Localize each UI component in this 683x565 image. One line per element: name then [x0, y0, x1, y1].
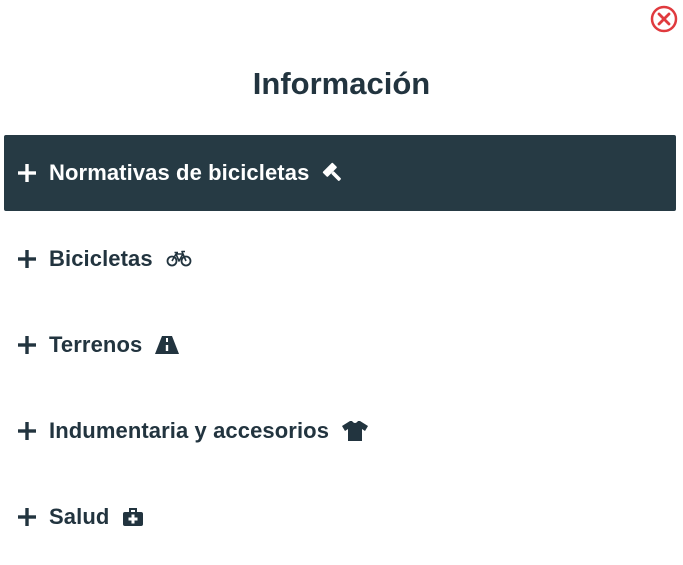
accordion-item-terrenos[interactable]: Terrenos — [4, 307, 676, 383]
info-accordion: Normativas de bicicletas Bicicletas Terr… — [4, 135, 676, 565]
accordion-item-indumentaria[interactable]: Indumentaria y accesorios — [4, 393, 676, 469]
road-icon — [155, 336, 180, 354]
tshirt-icon — [342, 421, 369, 441]
accordion-item-label: Bicicletas — [49, 246, 153, 271]
page-title: Información — [252, 66, 431, 101]
accordion-item-normativas[interactable]: Normativas de bicicletas — [4, 135, 676, 211]
medkit-icon — [122, 507, 144, 527]
accordion-item-label: Indumentaria y accesorios — [49, 418, 330, 443]
plus-icon — [18, 508, 36, 526]
close-icon — [650, 5, 678, 33]
accordion-item-label: Terrenos — [49, 332, 143, 357]
close-button[interactable] — [650, 5, 678, 33]
accordion-item-label: Salud — [49, 504, 110, 529]
accordion-item-label: Normativas de bicicletas — [49, 160, 310, 185]
accordion-item-salud[interactable]: Salud — [4, 479, 676, 555]
plus-icon — [18, 422, 36, 440]
plus-icon — [18, 164, 36, 182]
accordion-item-bicicletas[interactable]: Bicicletas — [4, 221, 676, 297]
bicycle-icon — [166, 250, 192, 268]
plus-icon — [18, 336, 36, 354]
plus-icon — [18, 250, 36, 268]
gavel-icon — [322, 162, 344, 184]
